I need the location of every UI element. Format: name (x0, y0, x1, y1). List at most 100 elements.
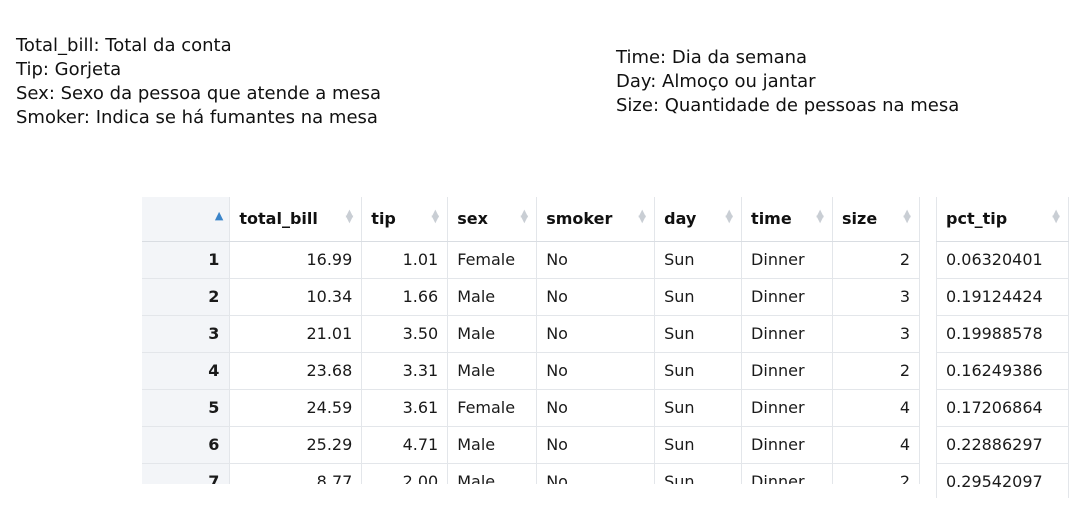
table-cell: 2.00 (361, 463, 449, 484)
table-row: 7 8.77 2.00 Male No Sun Dinner 2 (142, 463, 920, 484)
sort-icon: ▲ ▼ (431, 208, 440, 225)
table-cell: Dinner (741, 426, 833, 464)
table-cell: 0.19124424 (936, 278, 1069, 316)
sort-icon: ▲ ▼ (725, 208, 734, 225)
legend-right: Time: Dia da semana Day: Almoço ou janta… (616, 46, 959, 118)
column-header-day[interactable]: day ▲ ▼ (654, 197, 743, 242)
table-cell: 23.68 (229, 352, 363, 390)
table-cell: Dinner (741, 315, 833, 353)
column-header-smoker[interactable]: smoker ▲ ▼ (536, 197, 656, 242)
row-number: 7 (142, 463, 231, 484)
table-cell: 0.22886297 (936, 426, 1069, 464)
table-row: 5 24.59 3.61 Female No Sun Dinner 4 (142, 389, 920, 427)
table-cell: 3 (832, 315, 920, 353)
table-cell: Sun (654, 352, 743, 390)
table-cell: No (536, 463, 656, 484)
table-cell: 24.59 (229, 389, 363, 427)
table-cell: 8.77 (229, 463, 363, 484)
table-cell: No (536, 241, 656, 279)
pct-tip-table-view[interactable]: pct_tip ▲ ▼ 0.06320401 0.19124424 0.19988578… (936, 197, 1070, 498)
table-cell: Dinner (741, 278, 833, 316)
legend-line: Size: Quantidade de pessoas na mesa (616, 95, 960, 116)
legend-line: Sex: Sexo da pessoa que atende a mesa (16, 83, 382, 104)
sort-icon: ▲ ▼ (638, 208, 647, 225)
sort-icon: ▲ ▼ (903, 208, 911, 225)
sort-ascending-icon: ▲ (214, 209, 224, 222)
table-cell: 0.19988578 (936, 315, 1069, 353)
table-cell: 0.06320401 (936, 241, 1069, 279)
table-cell: Sun (654, 315, 743, 353)
table-cell: Sun (654, 463, 743, 484)
sort-icon: ▲ ▼ (345, 208, 354, 225)
table-cell: Male (447, 278, 538, 316)
column-header-tip[interactable]: tip ▲ ▼ (361, 197, 449, 242)
table-cell: Female (447, 389, 538, 427)
table-cell: Dinner (741, 389, 833, 427)
table-cell: No (536, 278, 656, 316)
table-cell: 0.29542097 (936, 463, 1069, 498)
table-cell: 25.29 (229, 426, 363, 464)
table-cell: 2 (832, 241, 920, 279)
table-row: 4 23.68 3.31 Male No Sun Dinner 2 (142, 352, 920, 390)
table-row: 0.16249386 (936, 352, 1069, 390)
table-cell: 2 (832, 352, 920, 390)
table-cell: 3.61 (361, 389, 449, 427)
table-row: 0.19988578 (936, 315, 1069, 353)
table-cell: 21.01 (229, 315, 363, 353)
table-cell: Sun (654, 426, 743, 464)
table-row: 6 25.29 4.71 Male No Sun Dinner 4 (142, 426, 920, 464)
legend-line: Time: Dia da semana (616, 47, 808, 68)
row-number: 4 (142, 352, 231, 390)
row-number: 1 (142, 241, 231, 279)
table-cell: Dinner (741, 241, 833, 279)
table-cell: 3 (832, 278, 920, 316)
pct-tip-table: pct_tip ▲ ▼ 0.06320401 0.19124424 0.19988578… (936, 197, 1069, 498)
legend-left: Total_bill: Total da conta Tip: Gorjeta … (16, 34, 381, 130)
table-cell: 0.17206864 (936, 389, 1069, 427)
table-header-row: ▲ total_bill ▲ ▼ tip ▲ ▼ sex ▲ ▼ smoker ▲ ▼ day ▲… (142, 197, 920, 242)
table-cell: Male (447, 426, 538, 464)
row-number: 5 (142, 389, 231, 427)
table-cell: Dinner (741, 352, 833, 390)
sort-icon: ▲ ▼ (520, 208, 529, 225)
row-number: 3 (142, 315, 231, 353)
table-cell: Sun (654, 278, 743, 316)
sort-icon: ▲ ▼ (1052, 208, 1060, 225)
data-table: ▲ total_bill ▲ ▼ tip ▲ ▼ sex ▲ ▼ smoker ▲ ▼ day ▲… (142, 197, 920, 484)
legend-line: Smoker: Indica se há fumantes na mesa (16, 107, 378, 128)
table-cell: No (536, 315, 656, 353)
table-cell: No (536, 389, 656, 427)
legend-line: Tip: Gorjeta (16, 59, 122, 80)
table-row: 0.22886297 (936, 426, 1069, 464)
table-row: 0.06320401 (936, 241, 1069, 279)
column-header-sex[interactable]: sex ▲ ▼ (447, 197, 538, 242)
table-cell: 4.71 (361, 426, 449, 464)
data-table-view[interactable]: ▲ total_bill ▲ ▼ tip ▲ ▼ sex ▲ ▼ smoker ▲ ▼ day ▲… (142, 197, 920, 484)
legend-line: Day: Almoço ou jantar (616, 71, 816, 92)
table-cell: Male (447, 463, 538, 484)
column-header-pct-tip[interactable]: pct_tip ▲ ▼ (936, 197, 1069, 242)
table-cell: No (536, 426, 656, 464)
row-number: 2 (142, 278, 231, 316)
table-cell: 1.01 (361, 241, 449, 279)
column-header-size[interactable]: size ▲ ▼ (832, 197, 920, 242)
column-header-time[interactable]: time ▲ ▼ (741, 197, 833, 242)
table-cell: 4 (832, 426, 920, 464)
table-row: 0.29542097 (936, 463, 1069, 498)
table-cell: Male (447, 315, 538, 353)
column-header-total-bill[interactable]: total_bill ▲ ▼ (229, 197, 363, 242)
table-cell: 3.31 (361, 352, 449, 390)
legend-line: Total_bill: Total da conta (16, 35, 232, 56)
table-cell: 2 (832, 463, 920, 484)
table-cell: 16.99 (229, 241, 363, 279)
table-cell: Dinner (741, 463, 833, 484)
table-cell: 4 (832, 389, 920, 427)
column-header-rownames[interactable]: ▲ (142, 197, 231, 242)
table-cell: 0.16249386 (936, 352, 1069, 390)
table-row: 3 21.01 3.50 Male No Sun Dinner 3 (142, 315, 920, 353)
table-cell: 3.50 (361, 315, 449, 353)
table-cell: Sun (654, 241, 743, 279)
row-number: 6 (142, 426, 231, 464)
table-row: 2 10.34 1.66 Male No Sun Dinner 3 (142, 278, 920, 316)
table-cell: Female (447, 241, 538, 279)
